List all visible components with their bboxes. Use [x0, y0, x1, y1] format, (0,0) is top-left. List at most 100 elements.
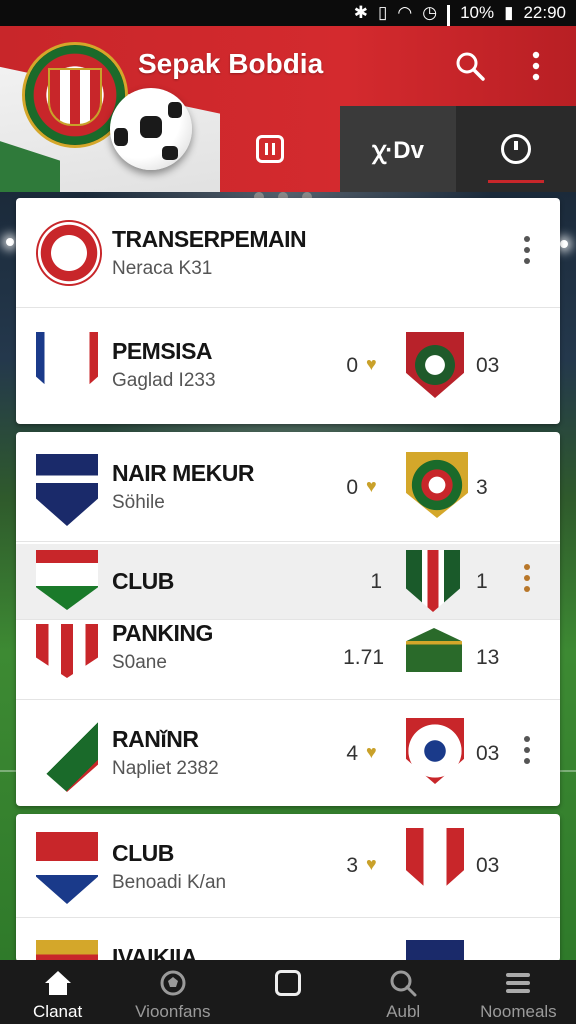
row-title: TRANSERPEMAIN	[112, 226, 307, 252]
bluetooth-icon: ✱	[353, 3, 369, 22]
timer-icon	[501, 134, 531, 164]
club-crest-icon	[36, 624, 98, 678]
opponent-crest-icon	[406, 452, 468, 518]
clock: 22:90	[523, 3, 566, 22]
match-card: TRANSERPEMAIN Neraca K31 PEMSISA Gaglad …	[16, 198, 560, 424]
floodlight	[560, 240, 568, 248]
nav-item-search[interactable]: Aubl	[346, 960, 461, 1024]
more-options-icon[interactable]	[524, 564, 534, 592]
club-crest-icon	[36, 332, 98, 404]
more-options-icon[interactable]	[524, 236, 534, 264]
more-options-icon[interactable]	[524, 848, 534, 856]
row-title: NAIR MEKUR	[112, 460, 254, 486]
bottom-navigation: Clanat Vioonfans Aubl Noomeals	[0, 960, 576, 1024]
home-icon	[43, 968, 73, 998]
nav-label: Noomeals	[480, 1002, 557, 1021]
emblem-shield	[48, 68, 102, 126]
nav-label: Vioonfans	[135, 1002, 211, 1021]
club-crest-icon	[36, 832, 98, 904]
nav-item-home[interactable]: Clanat	[0, 960, 115, 1024]
signal-icon	[447, 5, 451, 48]
row-subtitle: Napliet 2382	[112, 758, 219, 779]
nav-label: Clanat	[33, 1002, 83, 1021]
ball-icon	[159, 968, 187, 998]
home-score: 0	[346, 476, 358, 499]
nav-item-matches[interactable]: Vioonfans	[115, 960, 230, 1024]
match-card: NAIR MEKUR Söhile 0 ♥ 3 CLUB 1 1 PANKING…	[16, 432, 560, 806]
home-score: 3	[346, 854, 358, 877]
list-item[interactable]: PANKING S0ane 1.71 13	[16, 620, 560, 700]
home-score: 1.71	[343, 646, 384, 669]
away-score: 13	[476, 646, 500, 669]
nav-item-center[interactable]	[230, 960, 345, 1024]
tab-label: ꭓ·Dv	[372, 136, 424, 164]
away-score: 03	[476, 854, 500, 877]
opponent-crest-icon	[406, 940, 464, 962]
alarm-icon: ◷	[422, 3, 438, 22]
club-crest-icon	[36, 940, 98, 962]
app-header: Sepak Bobdia ꭓ·Dv	[0, 26, 576, 192]
soccer-ball-icon	[110, 88, 192, 170]
away-score: 3	[476, 476, 488, 499]
row-title: RANǐNR	[112, 726, 199, 752]
home-score: 4	[346, 742, 358, 765]
battery-text: 10%	[460, 3, 495, 22]
status-bar: ✱ ▯ ◠ ◷ 10% ▮ 22:90	[0, 0, 576, 48]
nav-item-menu[interactable]: Noomeals	[461, 960, 576, 1024]
nav-label: Aubl	[386, 1002, 421, 1021]
away-score: 03	[476, 354, 500, 377]
wifi-icon: ◠	[397, 3, 413, 22]
floodlight	[6, 238, 14, 246]
club-crest-icon	[36, 550, 98, 622]
more-options-icon[interactable]	[524, 470, 534, 478]
list-item[interactable]: IVAIKIIA	[16, 918, 560, 962]
square-icon	[275, 968, 301, 998]
list-item[interactable]: CLUB Benoadi K/an 3 ♥ 03	[16, 814, 560, 918]
row-title: CLUB	[112, 840, 174, 866]
battery-icon: ▮	[504, 3, 514, 22]
row-subtitle: S0ane	[112, 652, 167, 673]
tab-live[interactable]: ꭓ·Dv	[340, 106, 456, 192]
more-options-icon[interactable]	[524, 640, 534, 648]
search-icon[interactable]	[450, 46, 490, 86]
match-card: CLUB Benoadi K/an 3 ♥ 03 IVAIKIIA	[16, 814, 560, 962]
opponent-crest-icon	[406, 718, 464, 784]
club-crest-icon	[36, 220, 102, 292]
row-title: CLUB	[112, 568, 174, 594]
tab-calendar[interactable]	[200, 106, 340, 192]
row-subtitle: Gaglad I233	[112, 370, 216, 391]
home-score: 1	[370, 570, 382, 593]
search-icon	[389, 968, 417, 998]
list-item[interactable]: CLUB 1 1	[16, 544, 560, 620]
opponent-crest-icon	[406, 332, 464, 398]
list-item[interactable]: RANǐNR Napliet 2382 4 ♥ 03	[16, 700, 560, 806]
opponent-crest-icon	[406, 828, 464, 896]
row-title: PEMSISA	[112, 338, 213, 364]
more-options-icon[interactable]	[524, 348, 534, 356]
favorite-icon[interactable]: ♥	[366, 476, 377, 497]
app-title: Sepak Bobdia	[138, 48, 324, 79]
calendar-icon	[256, 135, 284, 163]
favorite-icon[interactable]: ♥	[366, 742, 377, 763]
more-options-icon[interactable]	[524, 736, 534, 764]
menu-icon	[506, 968, 531, 998]
club-crest-icon	[36, 720, 98, 792]
vibrate-icon: ▯	[378, 3, 388, 22]
opponent-crest-icon	[406, 550, 464, 612]
row-title: PANKING	[112, 620, 213, 646]
opponent-crest-icon	[406, 628, 464, 674]
list-item[interactable]: TRANSERPEMAIN Neraca K31	[16, 198, 560, 308]
row-subtitle: Söhile	[112, 492, 165, 513]
row-subtitle: Benoadi K/an	[112, 872, 227, 893]
more-vert-icon[interactable]	[516, 46, 556, 86]
home-score: 0	[346, 354, 358, 377]
club-crest-icon	[36, 454, 98, 526]
favorite-icon[interactable]: ♥	[366, 854, 377, 875]
away-score: 1	[476, 570, 488, 593]
list-item[interactable]: PEMSISA Gaglad I233 0 ♥ 03	[16, 310, 560, 420]
list-item[interactable]: NAIR MEKUR Söhile 0 ♥ 3	[16, 432, 560, 542]
row-subtitle: Neraca K31	[112, 258, 213, 279]
away-score: 03	[476, 742, 500, 765]
favorite-icon[interactable]: ♥	[366, 354, 377, 375]
active-tab-indicator	[488, 180, 544, 183]
